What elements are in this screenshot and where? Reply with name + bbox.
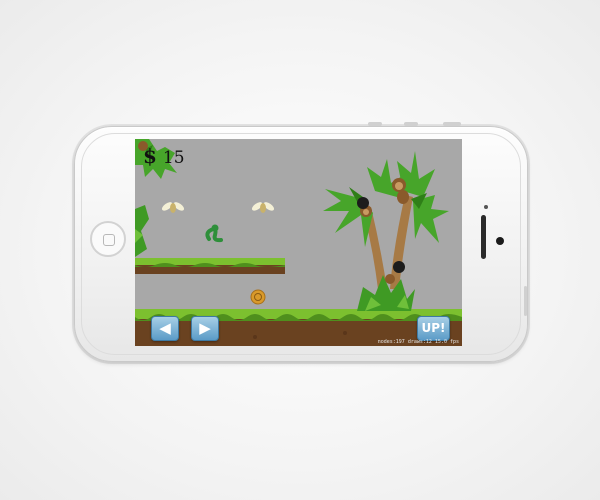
left-arrow-icon: ◀ <box>159 319 171 337</box>
dollar-icon: $ <box>143 144 157 168</box>
flying-enemy <box>251 202 275 213</box>
coconut-bomb <box>393 261 405 273</box>
game-screen[interactable]: $15 ◀ ▶ UP! nodes:197 draws:12 15.0 fps <box>135 139 462 346</box>
move-left-button[interactable]: ◀ <box>151 316 179 341</box>
palm-tree <box>323 151 449 311</box>
volume-up-button <box>368 122 382 126</box>
volume-down-button <box>404 122 418 126</box>
money-value: 15 <box>162 148 185 168</box>
upper-platform <box>135 258 285 274</box>
jump-button[interactable]: UP! <box>417 316 450 341</box>
home-button[interactable] <box>90 221 126 257</box>
power-button <box>443 122 461 126</box>
earpiece-speaker <box>481 215 486 259</box>
monkey-ground <box>385 274 395 284</box>
game-scene <box>135 139 462 346</box>
money-counter: $15 <box>143 146 185 168</box>
proximity-sensor <box>484 205 488 209</box>
flying-enemy <box>161 202 185 213</box>
move-right-button[interactable]: ▶ <box>191 316 219 341</box>
home-square-icon <box>103 234 115 246</box>
debug-stats: nodes:197 draws:12 15.0 fps <box>377 339 459 345</box>
mute-switch <box>524 286 527 316</box>
coconut-bomb <box>357 197 369 209</box>
front-camera <box>496 237 504 245</box>
right-arrow-icon: ▶ <box>199 319 211 337</box>
left-bush <box>135 205 149 257</box>
snake-player <box>205 224 223 243</box>
coin <box>250 289 266 305</box>
